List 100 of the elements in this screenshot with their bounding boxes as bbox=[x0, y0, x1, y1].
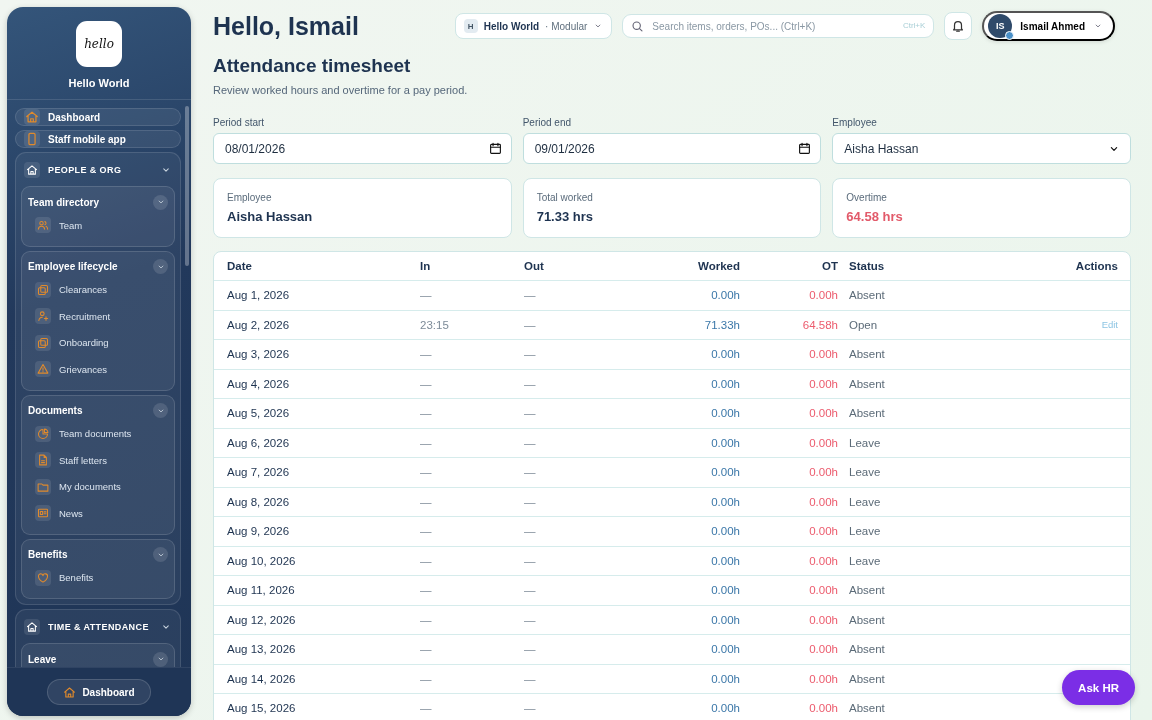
page-title: Attendance timesheet bbox=[213, 55, 412, 77]
table-cell-text: — bbox=[524, 702, 537, 715]
status-dot bbox=[1005, 31, 1015, 40]
table-cell-text: 64.58h bbox=[801, 318, 838, 331]
nav-item[interactable]: Staff mobile app bbox=[15, 130, 181, 148]
table-cell-text: 0.00h bbox=[710, 407, 740, 420]
table-cell-text: Aug 13, 2026 bbox=[227, 643, 297, 656]
home-icon bbox=[25, 110, 39, 124]
section-title[interactable]: PEOPLE & ORG bbox=[48, 164, 152, 175]
nav-item[interactable]: Clearances bbox=[28, 276, 168, 303]
table-cell-text: Aug 9, 2026 bbox=[227, 525, 291, 538]
table-cell-text: — bbox=[524, 584, 537, 597]
nav-item[interactable]: Grievances bbox=[28, 356, 168, 383]
date-field[interactable]: 09/01/2026 bbox=[522, 133, 822, 164]
table-cell-text: — bbox=[420, 436, 433, 449]
table-cell-text: 0.00h bbox=[710, 436, 740, 449]
stack-icon bbox=[37, 336, 49, 349]
collapse-button[interactable] bbox=[153, 547, 168, 562]
calendar-icon bbox=[798, 142, 812, 155]
table-cell-text: — bbox=[420, 495, 433, 508]
table-cell-text: Absent bbox=[848, 348, 886, 361]
workspace-selector[interactable]: H Hello World · Modular bbox=[454, 13, 613, 39]
table-cell-text: 0.00h bbox=[710, 348, 740, 361]
nav-item[interactable]: Team bbox=[28, 212, 168, 239]
table-cell-text: Aug 8, 2026 bbox=[227, 495, 291, 508]
table-cell-text: — bbox=[420, 613, 433, 626]
group-title[interactable]: Documents bbox=[28, 405, 83, 416]
nav-item[interactable]: Onboarding bbox=[28, 329, 168, 356]
table-cell-text: Aug 15, 2026 bbox=[227, 702, 297, 715]
table-cell-text: — bbox=[524, 643, 537, 656]
nav-item[interactable]: News bbox=[28, 500, 168, 527]
table-cell-text: — bbox=[420, 289, 433, 302]
field-label: Period end bbox=[522, 117, 573, 128]
group-title[interactable]: Benefits bbox=[28, 549, 68, 560]
brand-name: Hello World bbox=[68, 77, 130, 89]
field-label: Employee bbox=[832, 117, 878, 128]
bell-icon bbox=[951, 19, 966, 33]
group-title[interactable]: Employee lifecycle bbox=[28, 261, 118, 272]
table-cell-text: — bbox=[420, 672, 433, 685]
column-header: Date bbox=[227, 260, 253, 272]
nav-item[interactable]: Recruitment bbox=[28, 303, 168, 330]
table-cell-text: Open bbox=[848, 318, 879, 331]
table-cell-text: — bbox=[420, 377, 433, 390]
nav-item[interactable]: Staff letters bbox=[28, 447, 168, 474]
table-cell-text: — bbox=[420, 348, 433, 361]
heart-icon bbox=[37, 571, 49, 584]
table-cell-text: 0.00h bbox=[808, 407, 838, 420]
nav-item[interactable]: Dashboard bbox=[15, 108, 181, 126]
scrollbar[interactable] bbox=[185, 106, 189, 266]
collapse-button[interactable] bbox=[153, 403, 168, 418]
table-cell-text: Absent bbox=[848, 613, 886, 626]
table-cell-text: 0.00h bbox=[808, 702, 838, 715]
group-title[interactable]: Leave bbox=[28, 653, 57, 665]
table-cell-text: 23:15 bbox=[420, 318, 450, 331]
table-cell-text: 0.00h bbox=[808, 525, 838, 538]
pie-icon bbox=[37, 427, 49, 440]
home-icon bbox=[63, 685, 77, 699]
table-cell-text: — bbox=[420, 702, 433, 715]
user-menu[interactable]: IS Ismail Ahmed bbox=[982, 11, 1115, 41]
nav-item[interactable]: Benefits bbox=[28, 564, 168, 591]
table-cell-text: Aug 4, 2026 bbox=[227, 377, 291, 390]
table-cell-text: 0.00h bbox=[710, 672, 740, 685]
ask-hr-button[interactable]: Ask HR bbox=[1062, 670, 1135, 705]
table-cell-text: Leave bbox=[848, 466, 882, 479]
table-cell-text: 0.00h bbox=[808, 613, 838, 626]
collapse-button[interactable] bbox=[153, 259, 168, 274]
date-field[interactable]: 08/01/2026 bbox=[213, 133, 512, 164]
table-cell-text: — bbox=[524, 466, 537, 479]
employee-select[interactable]: Aisha Hassan bbox=[832, 133, 1131, 164]
phone-icon bbox=[25, 132, 39, 146]
card-value: 64.58 hrs bbox=[846, 209, 904, 224]
column-header: Worked bbox=[697, 260, 740, 272]
nav-item[interactable]: Team documents bbox=[28, 420, 168, 447]
group-title[interactable]: Team directory bbox=[28, 196, 99, 208]
document-icon bbox=[37, 454, 49, 467]
warning-icon bbox=[37, 363, 49, 376]
table-cell-text: 0.00h bbox=[808, 672, 838, 685]
greeting: Hello, Ismail bbox=[213, 11, 360, 41]
nav-item[interactable]: My documents bbox=[28, 473, 168, 500]
table-cell-text: Leave bbox=[848, 495, 882, 508]
card-label: Overtime bbox=[846, 192, 888, 203]
notifications-button[interactable] bbox=[944, 12, 973, 40]
collapse-button[interactable] bbox=[153, 194, 168, 210]
table-cell-text: 0.00h bbox=[710, 495, 740, 508]
newspaper-icon bbox=[37, 507, 49, 520]
calendar-icon bbox=[488, 142, 502, 155]
section-title[interactable]: TIME & ATTENDANCE bbox=[48, 621, 152, 632]
table-cell-text: Aug 12, 2026 bbox=[227, 613, 297, 626]
table-cell-text: — bbox=[420, 643, 433, 656]
card-label: Total worked bbox=[536, 192, 594, 203]
table-cell-text: Absent bbox=[848, 289, 886, 302]
dashboard-button[interactable]: Dashboard bbox=[47, 679, 151, 705]
collapse-button[interactable] bbox=[153, 651, 168, 667]
table-cell-text: 0.00h bbox=[808, 584, 838, 597]
table-cell-text: — bbox=[420, 584, 433, 597]
table-cell-text: 0.00h bbox=[710, 584, 740, 597]
table-cell-text: Aug 11, 2026 bbox=[227, 584, 296, 597]
table-cell-text: 0.00h bbox=[710, 643, 740, 656]
table-cell-text: — bbox=[420, 466, 433, 479]
table-cell-text: 0.00h bbox=[710, 702, 740, 715]
